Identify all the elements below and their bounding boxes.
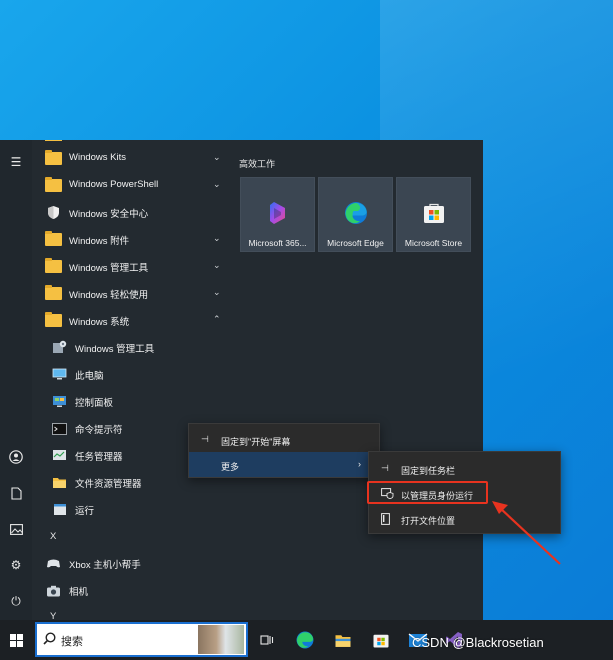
tile-microsoft-store[interactable]: Microsoft Store <box>396 177 471 252</box>
app-item-run[interactable]: 运行 <box>32 496 230 523</box>
app-label: Windows Kits <box>69 152 127 163</box>
control-panel-icon <box>51 393 68 410</box>
edge-taskbar-icon[interactable] <box>293 628 317 652</box>
edge-icon <box>343 200 369 226</box>
pictures-icon[interactable] <box>7 520 25 538</box>
search-highlight-image[interactable] <box>198 625 244 654</box>
power-icon[interactable]: ⏻ <box>7 592 25 610</box>
folder-icon <box>45 258 62 273</box>
app-label: Windows 安全中心 <box>69 209 149 220</box>
highlight-box <box>367 481 488 504</box>
folder-icon <box>45 177 62 192</box>
tiles-group-title: 高效工作 <box>239 159 276 169</box>
user-account-icon[interactable] <box>7 448 25 466</box>
taskbar-search-box[interactable]: 搜索 <box>35 622 248 657</box>
app-label: Windows 系统 <box>69 317 130 328</box>
hamburger-menu-icon[interactable]: ☰ <box>7 153 25 171</box>
app-label: 此电脑 <box>75 371 104 382</box>
menu-item-pin-to-start[interactable]: ⊣ 固定到"开始"屏幕 <box>189 427 379 452</box>
app-label: 任务管理器 <box>75 452 123 463</box>
chevron-right-icon: › <box>358 459 361 469</box>
chevron-down-icon: ⌄ <box>213 233 221 243</box>
pin-icon: ⊣ <box>201 434 209 444</box>
app-label: Windows 管理工具 <box>75 344 155 355</box>
app-label: 命令提示符 <box>75 425 123 436</box>
chevron-down-icon: ⌄ <box>213 179 221 189</box>
chevron-up-icon: ⌃ <box>213 314 221 324</box>
section-letter-y[interactable]: Y <box>50 611 56 620</box>
tile-label: Microsoft Store <box>404 238 463 248</box>
chevron-down-icon: ⌄ <box>213 260 221 270</box>
folder-icon-partial <box>45 140 62 141</box>
app-label: Windows 附件 <box>69 236 130 247</box>
microsoft-365-icon <box>265 200 291 226</box>
menu-item-label: 固定到"开始"屏幕 <box>221 437 291 447</box>
menu-item-label: 打开文件位置 <box>401 516 456 526</box>
tile-microsoft-365[interactable]: Microsoft 365... <box>240 177 315 252</box>
camera-icon <box>45 582 62 599</box>
menu-item-pin-to-taskbar[interactable]: ⊣ 固定到任务栏 <box>369 456 560 481</box>
xbox-game-bar-icon <box>45 555 62 572</box>
chevron-down-icon: ⌄ <box>213 152 221 162</box>
app-label: 控制面板 <box>75 398 114 409</box>
menu-item-label: 固定到任务栏 <box>401 466 456 476</box>
context-menu: ⊣ 固定到"开始"屏幕 更多 › <box>188 423 380 478</box>
run-icon <box>51 501 68 518</box>
menu-item-more[interactable]: 更多 › <box>189 452 379 477</box>
app-item-windows-kits[interactable]: Windows Kits ⌄ <box>32 145 230 172</box>
task-view-icon[interactable] <box>255 628 279 652</box>
file-explorer-icon <box>51 474 68 491</box>
app-item-windows-ease-of-access[interactable]: Windows 轻松使用 ⌄ <box>32 280 230 307</box>
app-item-windows-security[interactable]: Windows 安全中心 <box>32 199 230 226</box>
app-item-admin-tools[interactable]: Windows 管理工具 <box>32 334 230 361</box>
command-prompt-icon <box>51 420 68 437</box>
app-item-camera[interactable]: 相机 <box>32 577 230 604</box>
tile-microsoft-edge[interactable]: Microsoft Edge <box>318 177 393 252</box>
watermark-text: CSDN @Blackrosetian <box>412 635 544 650</box>
file-explorer-taskbar-icon[interactable] <box>331 628 355 652</box>
start-left-rail: ☰ ⚙ ⏻ <box>0 140 32 620</box>
app-label: Windows 轻松使用 <box>69 290 149 301</box>
annotation-arrow <box>492 501 561 565</box>
menu-item-label: 更多 <box>221 462 240 472</box>
app-item-this-pc[interactable]: 此电脑 <box>32 361 230 388</box>
start-menu: ☰ ⚙ ⏻ Windows Kits ⌄ Windows PowerShell … <box>0 140 483 620</box>
app-item-windows-system[interactable]: Windows 系统 ⌃ <box>32 307 230 334</box>
pin-icon: ⊣ <box>381 463 389 473</box>
tile-label: Microsoft Edge <box>327 238 384 248</box>
app-label: 文件资源管理器 <box>75 479 142 490</box>
file-location-icon <box>381 513 390 527</box>
start-button[interactable] <box>0 620 33 660</box>
app-label: Windows 管理工具 <box>69 263 149 274</box>
app-list: Windows Kits ⌄ Windows PowerShell ⌄ Wind… <box>32 140 230 620</box>
folder-icon <box>45 312 62 327</box>
store-icon <box>421 200 447 226</box>
app-label: Xbox 主机小帮手 <box>69 560 141 571</box>
this-pc-icon <box>51 366 68 383</box>
app-item-windows-admin-tools[interactable]: Windows 管理工具 ⌄ <box>32 253 230 280</box>
search-icon <box>43 632 56 648</box>
tile-label: Microsoft 365... <box>248 238 307 248</box>
task-manager-icon <box>51 447 68 464</box>
folder-icon <box>45 231 62 246</box>
app-label: 运行 <box>75 506 95 517</box>
store-taskbar-icon[interactable] <box>369 628 393 652</box>
app-item-xbox[interactable]: Xbox 主机小帮手 <box>32 550 230 577</box>
documents-icon[interactable] <box>7 484 25 502</box>
app-label: 相机 <box>69 587 89 598</box>
section-letter-x[interactable]: X <box>50 531 56 542</box>
chevron-down-icon: ⌄ <box>213 287 221 297</box>
folder-icon <box>45 150 62 165</box>
folder-icon <box>45 285 62 300</box>
app-label: Windows PowerShell <box>69 179 159 190</box>
search-placeholder: 搜索 <box>61 636 83 648</box>
settings-gear-icon[interactable]: ⚙ <box>7 556 25 574</box>
admin-tools-icon <box>51 339 68 356</box>
shield-icon <box>45 204 62 221</box>
app-item-control-panel[interactable]: 控制面板 <box>32 388 230 415</box>
app-item-windows-accessories[interactable]: Windows 附件 ⌄ <box>32 226 230 253</box>
windows-logo-icon <box>10 633 23 647</box>
app-item-windows-powershell[interactable]: Windows PowerShell ⌄ <box>32 172 230 199</box>
